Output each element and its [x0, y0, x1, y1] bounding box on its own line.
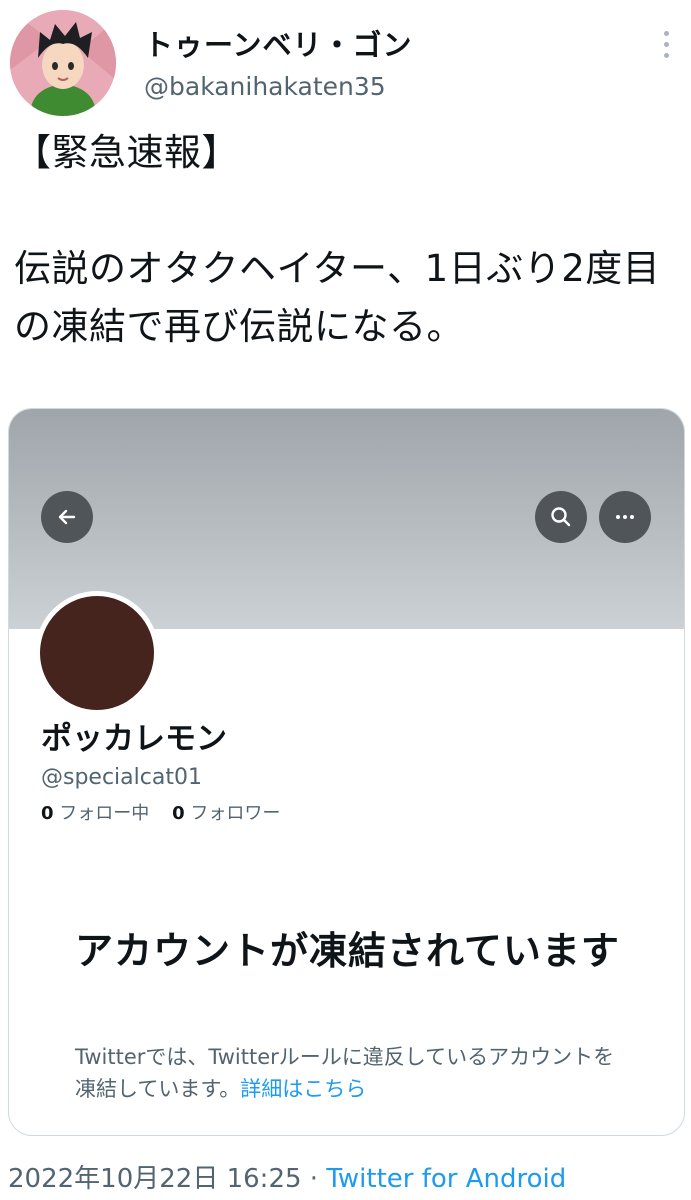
profile-screenshot-card[interactable]: ポッカレモン @specialcat01 0 フォロー中 0 フォロワー アカウ…	[8, 408, 685, 1136]
author-avatar[interactable]	[10, 10, 116, 116]
more-icon	[599, 491, 651, 543]
tweet-timestamp[interactable]: 2022年10月22日 16:25	[8, 1164, 302, 1194]
profile-follow-stats: 0 フォロー中 0 フォロワー	[41, 799, 280, 825]
following-count: 0	[41, 803, 54, 824]
followers-label: フォロワー	[190, 803, 281, 824]
author-avatar-illustration	[10, 10, 116, 116]
profile-handle: @specialcat01	[41, 765, 202, 790]
tweet-source-link[interactable]: Twitter for Android	[326, 1164, 566, 1194]
profile-display-name: ポッカレモン	[41, 721, 227, 757]
suspended-message: Twitterでは、Twitterルールに違反しているアカウントを凍結しています…	[75, 1041, 635, 1105]
more-options-icon[interactable]	[652, 24, 680, 64]
tweet-text: 【緊急速報】 伝説のオタクヘイター、1日ぶり2度目の凍結で再び伝説になる。	[14, 131, 661, 348]
footer-separator: ·	[301, 1164, 327, 1194]
author-display-name[interactable]: トゥーンベリ・ゴン	[144, 22, 413, 64]
profile-avatar	[35, 591, 159, 715]
suspended-title: アカウントが凍結されています	[75, 929, 620, 973]
followers-count: 0	[172, 803, 185, 824]
author-handle[interactable]: @bakanihakaten35	[144, 72, 386, 101]
back-arrow-icon	[41, 491, 93, 543]
following-label: フォロー中	[59, 803, 150, 824]
tweet-footer: 2022年10月22日 16:25 · Twitter for Android	[8, 1158, 566, 1195]
search-icon	[535, 491, 587, 543]
details-link: 詳細はこちら	[240, 1077, 367, 1101]
